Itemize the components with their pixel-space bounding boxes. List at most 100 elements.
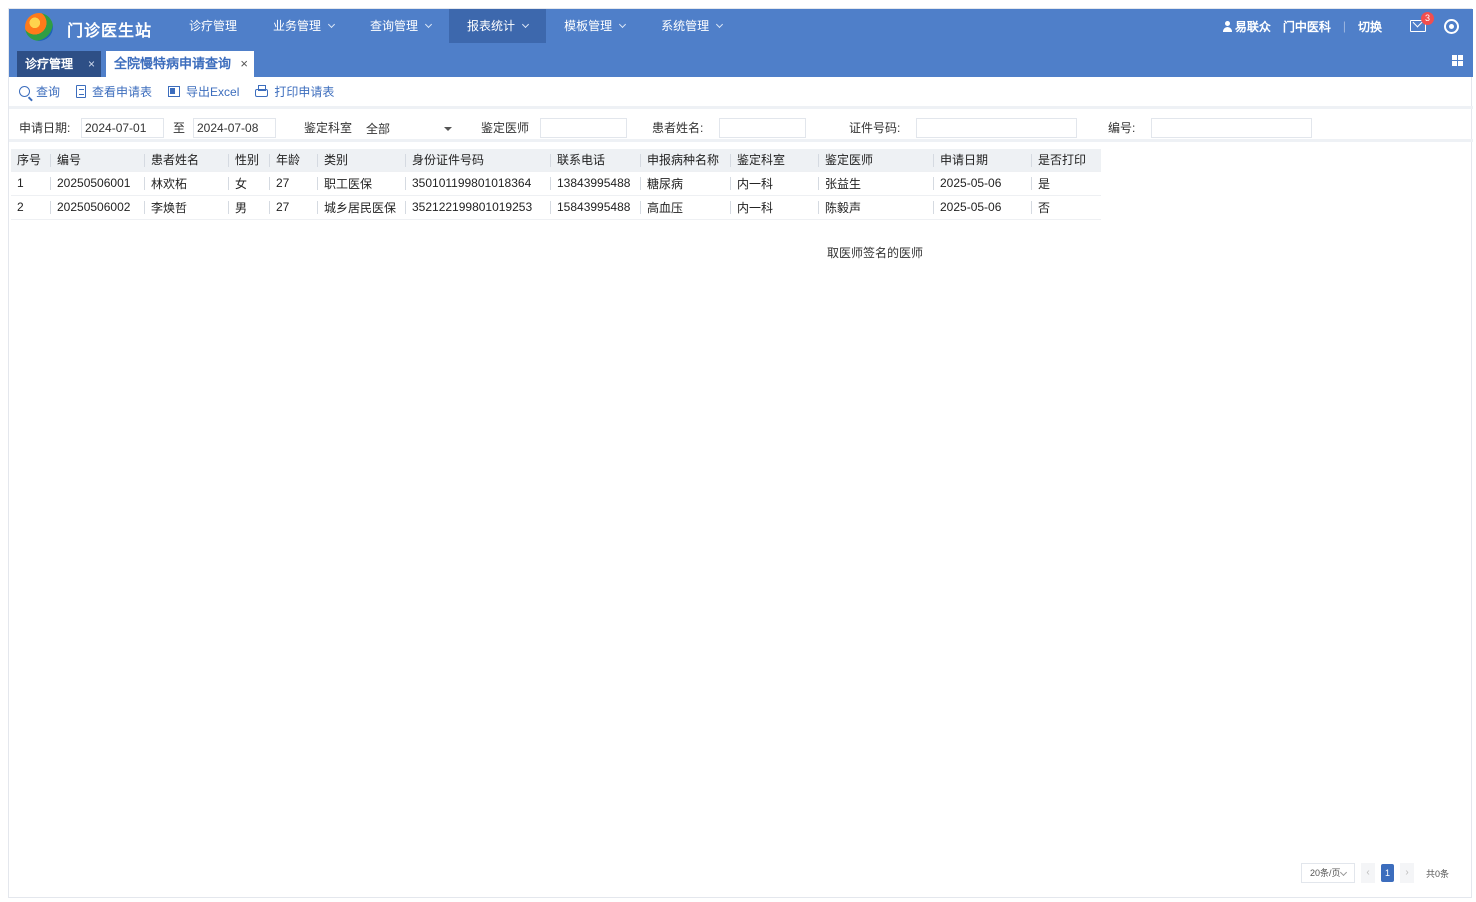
nav-item-label: 业务管理: [273, 19, 322, 33]
date-from-input[interactable]: [81, 118, 164, 138]
chevron-down-icon: [327, 20, 336, 29]
printer-icon: [255, 85, 269, 97]
nav-item-system[interactable]: 系统管理: [643, 9, 740, 43]
nav-item-business[interactable]: 业务管理: [255, 9, 352, 43]
code-label: 编号:: [1108, 121, 1136, 135]
nav-item-templates[interactable]: 模板管理: [546, 9, 643, 43]
settings-gear-icon[interactable]: [1444, 18, 1459, 34]
table-row[interactable]: 1 20250506001 林欢柘 女 27 职工医保 350101199801…: [11, 171, 1101, 196]
nav-item-reports[interactable]: 报表统计: [449, 9, 547, 43]
column-header[interactable]: 类别: [318, 149, 406, 172]
id-number-input[interactable]: [916, 118, 1077, 138]
table-cell: 女: [229, 171, 270, 196]
close-icon[interactable]: ×: [240, 51, 248, 77]
nav-item-label: 模板管理: [564, 19, 613, 33]
nav-item-label: 查询管理: [370, 19, 419, 33]
page-size-select[interactable]: 20条/页: [1300, 863, 1355, 883]
view-form-button-label: 查看申请表: [92, 85, 153, 99]
dropdown-arrow-icon: [444, 127, 452, 131]
column-header[interactable]: 联系电话: [551, 149, 641, 172]
doctor-input[interactable]: [540, 118, 627, 138]
search-icon: [19, 86, 30, 97]
print-form-button-label: 打印申请表: [274, 85, 335, 99]
column-header[interactable]: 申报病种名称: [641, 149, 731, 172]
doctor-label: 鉴定医师: [481, 121, 530, 135]
column-header[interactable]: 身份证件号码: [406, 149, 551, 172]
table-cell: 27: [270, 195, 318, 220]
main-nav: 诊疗管理 业务管理 查询管理 报表统计 模板管理 系统管理: [171, 9, 740, 43]
tab-diagnosis[interactable]: 诊疗管理 ×: [17, 51, 101, 77]
chevron-down-icon: [522, 20, 530, 29]
view-form-button[interactable]: 查看申请表: [76, 83, 152, 100]
dept-select-value: 全部: [366, 122, 391, 136]
table-cell: 糖尿病: [641, 171, 731, 196]
column-header[interactable]: 序号: [11, 149, 51, 172]
id-number-label: 证件号码:: [849, 121, 901, 135]
code-input[interactable]: [1151, 118, 1312, 138]
next-page-icon[interactable]: ›: [1399, 863, 1414, 883]
query-button-label: 查询: [36, 85, 61, 99]
table-cell: 是: [1032, 171, 1101, 196]
switch-button[interactable]: 切换: [1358, 18, 1382, 35]
table-cell: 内一科: [731, 171, 819, 196]
table-cell: 350101199801018364: [406, 171, 551, 196]
mail-icon[interactable]: 3: [1410, 12, 1434, 32]
date-to-input[interactable]: [193, 118, 276, 138]
doctor-signature-note: 取医师签名的医师: [827, 246, 924, 260]
table-cell: 陈毅声: [819, 195, 934, 220]
tab-label: 全院慢特病申请查询: [114, 56, 232, 71]
table-cell: 李焕哲: [145, 195, 229, 220]
export-excel-button-label: 导出Excel: [186, 85, 240, 99]
table-cell: 13843995488: [551, 171, 641, 196]
column-header[interactable]: 是否打印: [1032, 149, 1101, 172]
dept-label: 鉴定科室: [304, 121, 353, 135]
column-header[interactable]: 年龄: [270, 149, 318, 172]
table-cell: 林欢柘: [145, 171, 229, 196]
column-header[interactable]: 患者姓名: [145, 149, 229, 172]
table-cell: 内一科: [731, 195, 819, 220]
close-icon[interactable]: ×: [88, 51, 95, 77]
query-button[interactable]: 查询: [19, 83, 60, 100]
user-area: 易联众 门中医科 | 切换 3: [1222, 9, 1459, 43]
top-navbar: 门诊医生站 诊疗管理 业务管理 查询管理 报表统计 模板管理 系统管理 易联众 …: [9, 9, 1473, 43]
table-cell: 15843995488: [551, 195, 641, 220]
tab-chronic-disease-query[interactable]: 全院慢特病申请查询 ×: [106, 51, 254, 77]
table-cell: 1: [11, 171, 51, 196]
current-page-button[interactable]: 1: [1380, 864, 1394, 882]
nav-item-query[interactable]: 查询管理: [352, 9, 449, 43]
date-to-label: 至: [173, 121, 186, 135]
nav-item-label: 诊疗管理: [189, 19, 238, 33]
filter-bar: 申请日期: 至 鉴定科室 全部 鉴定医师 患者姓名: 证件号码: 编号:: [9, 112, 1473, 142]
table-header-row: 序号 编号 患者姓名 性别 年龄 类别 身份证件号码 联系电话 申报病种名称 鉴…: [11, 149, 1101, 172]
prev-page-icon[interactable]: ‹: [1360, 863, 1375, 883]
divider: |: [1342, 19, 1346, 33]
user-menu[interactable]: 易联众: [1222, 18, 1271, 35]
grid-menu-icon[interactable]: [1452, 55, 1463, 66]
chevron-down-icon: [716, 20, 724, 29]
nav-item-diagnosis[interactable]: 诊疗管理: [171, 9, 255, 43]
excel-icon: [168, 86, 181, 97]
table-row[interactable]: 2 20250506002 李焕哲 男 27 城乡居民医保 3521221998…: [11, 195, 1101, 220]
app-logo-icon: [25, 13, 53, 41]
department-name[interactable]: 门中医科: [1283, 18, 1331, 35]
tab-label: 诊疗管理: [25, 57, 74, 71]
dept-select[interactable]: 全部: [363, 118, 457, 138]
print-form-button[interactable]: 打印申请表: [255, 83, 334, 100]
results-table: 序号 编号 患者姓名 性别 年龄 类别 身份证件号码 联系电话 申报病种名称 鉴…: [11, 149, 1101, 220]
toolbar: 查询 查看申请表 导出Excel 打印申请表: [9, 77, 1473, 109]
export-excel-button[interactable]: 导出Excel: [168, 83, 239, 100]
table-cell: 352122199801019253: [406, 195, 551, 220]
column-header[interactable]: 申请日期: [934, 149, 1032, 172]
table-cell: 27: [270, 171, 318, 196]
notification-badge: 3: [1421, 12, 1434, 25]
patient-name-input[interactable]: [719, 118, 806, 138]
column-header[interactable]: 性别: [229, 149, 270, 172]
table-cell: 2025-05-06: [934, 195, 1032, 220]
table-cell: 城乡居民医保: [318, 195, 406, 220]
column-header[interactable]: 鉴定医师: [819, 149, 934, 172]
column-header[interactable]: 编号: [51, 149, 145, 172]
column-header[interactable]: 鉴定科室: [731, 149, 819, 172]
nav-item-label: 报表统计: [467, 19, 516, 33]
chevron-down-icon: [619, 20, 627, 29]
table-cell: 20250506002: [51, 195, 145, 220]
